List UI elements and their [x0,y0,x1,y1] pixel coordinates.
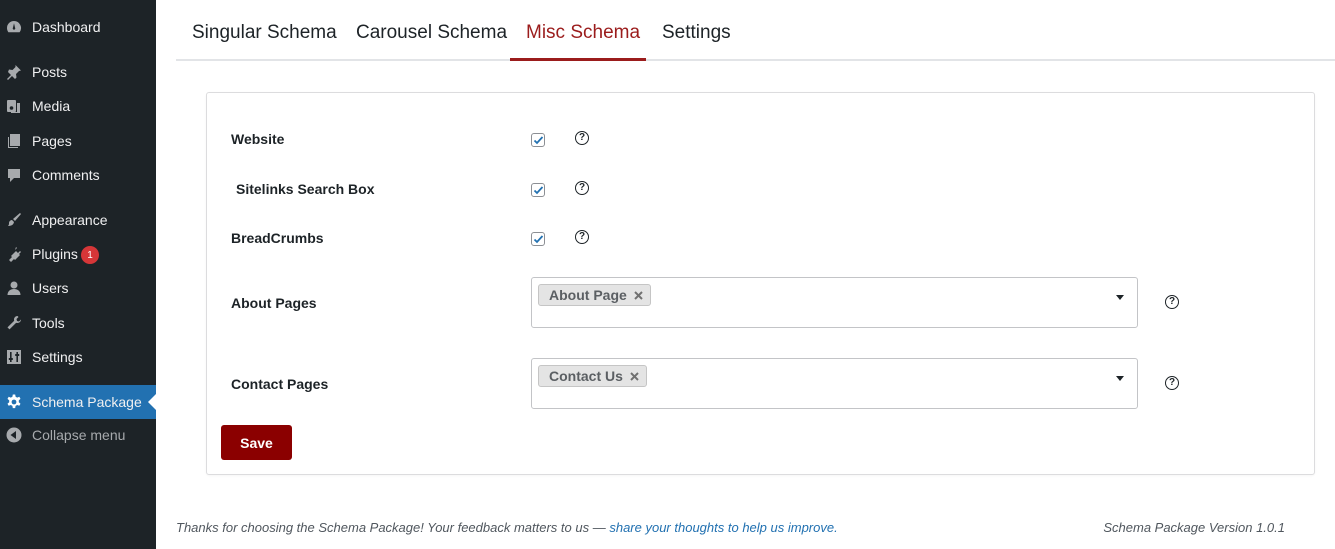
contact-pages-select[interactable]: Contact Us [531,358,1138,409]
sitelinks-checkbox[interactable] [531,183,545,197]
breadcrumbs-label: BreadCrumbs [231,230,324,246]
plugin-version: Schema Package Version 1.0.1 [1103,520,1285,535]
sidebar-item-media[interactable]: Media [0,89,156,123]
sidebar-item-posts[interactable]: Posts [0,55,156,89]
tab-misc-schema[interactable]: Misc Schema [526,22,640,44]
pin-icon [5,63,23,81]
website-help-icon[interactable]: ? [575,131,589,145]
contact-us-chip: Contact Us [538,365,647,387]
tab-singular-schema[interactable]: Singular Schema [192,22,337,44]
sidebar-item-settings[interactable]: Settings [0,340,156,374]
sidebar-item-tools[interactable]: Tools [0,306,156,340]
settings-sliders-icon [5,348,23,366]
footer-feedback: Thanks for choosing the Schema Package! … [176,520,838,535]
gear-icon [5,393,23,411]
tab-carousel-schema[interactable]: Carousel Schema [356,22,507,44]
website-checkbox[interactable] [531,133,545,147]
about-pages-help-icon[interactable]: ? [1165,295,1179,309]
comment-icon [5,166,23,184]
user-icon [5,279,23,297]
feedback-link[interactable]: share your thoughts to help us improve. [609,520,837,535]
sidebar-item-comments[interactable]: Comments [0,158,156,192]
sitelinks-help-icon[interactable]: ? [575,181,589,195]
plugin-icon [5,245,23,263]
sitelinks-label: Sitelinks Search Box [236,181,375,197]
save-button[interactable]: Save [221,425,292,460]
checkmark-icon [533,135,543,144]
sidebar-collapse-menu[interactable]: Collapse menu [0,418,156,452]
close-icon[interactable] [629,371,640,382]
active-tab-underline [510,58,646,61]
sidebar-item-dashboard[interactable]: Dashboard [0,10,156,44]
sidebar-item-appearance[interactable]: Appearance [0,203,156,237]
checkmark-icon [533,234,543,243]
about-page-chip-label: About Page [549,287,627,303]
checkmark-icon [533,185,543,194]
tab-settings[interactable]: Settings [662,22,731,44]
admin-sidebar: Dashboard Posts Media Pages Comments App… [0,0,156,549]
about-page-chip: About Page [538,284,651,306]
misc-schema-panel: Website ? Sitelinks Search Box ? BreadCr… [206,92,1315,475]
media-icon [5,97,23,115]
close-icon[interactable] [633,290,644,301]
breadcrumbs-help-icon[interactable]: ? [575,230,589,244]
breadcrumbs-checkbox[interactable] [531,232,545,246]
brush-icon [5,211,23,229]
chevron-down-icon [1116,295,1124,300]
footer-thanks-text: Thanks for choosing the Schema Package! … [176,520,610,535]
sidebar-item-pages[interactable]: Pages [0,124,156,158]
collapse-icon [5,426,23,444]
website-label: Website [231,131,285,147]
plugins-update-badge: 1 [81,246,99,264]
contact-pages-help-icon[interactable]: ? [1165,376,1179,390]
wrench-icon [5,314,23,332]
pages-icon [5,132,23,150]
schema-tabs: Singular Schema Carousel Schema Misc Sch… [176,0,1335,61]
chevron-down-icon [1116,376,1124,381]
contact-us-chip-label: Contact Us [549,368,623,384]
sidebar-item-plugins[interactable]: Plugins 1 [0,237,156,271]
sidebar-item-schema-package[interactable]: Schema Package [0,385,156,419]
contact-pages-label: Contact Pages [231,376,329,392]
sidebar-item-users[interactable]: Users [0,271,156,305]
about-pages-label: About Pages [231,295,317,311]
about-pages-select[interactable]: About Page [531,277,1138,328]
dashboard-icon [5,18,23,36]
